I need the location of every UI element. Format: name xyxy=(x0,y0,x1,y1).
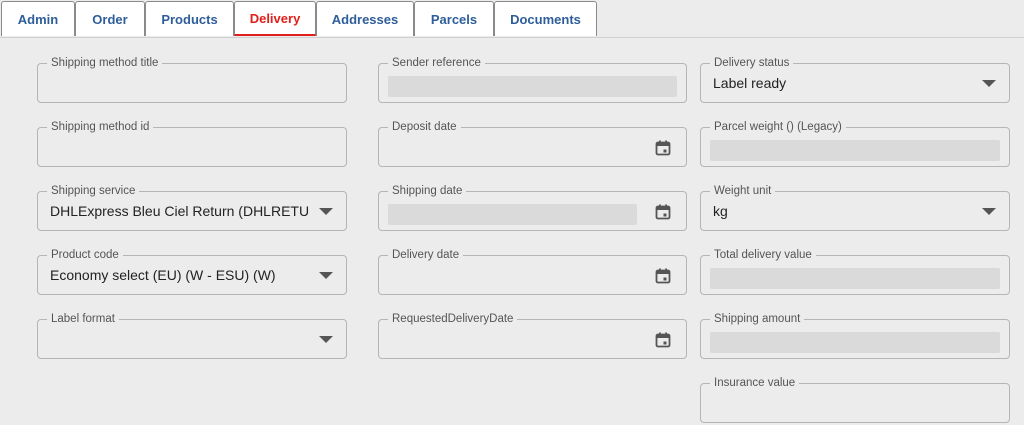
label-format-label: Label format xyxy=(47,312,119,326)
tab-order[interactable]: Order xyxy=(75,1,145,36)
tab-bar: Admin Order Products Delivery Addresses … xyxy=(0,0,1024,38)
total-delivery-value-field: Total delivery value xyxy=(700,248,1010,295)
shipping-service-value: DHLExpress Bleu Ciel Return (DHLRETURN xyxy=(50,203,310,219)
parcel-weight-readonly-value xyxy=(710,140,1000,161)
tab-label: Parcels xyxy=(430,11,478,27)
tab-label: Admin xyxy=(17,11,59,27)
chevron-down-icon[interactable] xyxy=(319,272,333,279)
tab-label: Products xyxy=(161,11,218,27)
shipping-date-label: Shipping date xyxy=(388,184,467,198)
shipping-amount-field: Shipping amount xyxy=(700,312,1010,359)
shipping-amount-readonly-value xyxy=(710,332,1000,353)
label-format-select[interactable]: Label format xyxy=(37,312,347,359)
tab-addresses[interactable]: Addresses xyxy=(316,1,414,36)
chevron-down-icon[interactable] xyxy=(319,208,333,215)
shipping-date-field[interactable]: Shipping date xyxy=(378,184,687,231)
delivery-form: Shipping method title Shipping method id… xyxy=(0,38,1024,425)
tab-label: Documents xyxy=(510,11,581,27)
tab-label: Addresses xyxy=(331,11,399,27)
sender-reference-label: Sender reference xyxy=(388,56,485,70)
tab-products[interactable]: Products xyxy=(145,1,234,36)
shipping-service-label: Shipping service xyxy=(47,184,140,198)
calendar-icon[interactable] xyxy=(655,204,671,220)
shipping-amount-label: Shipping amount xyxy=(710,312,805,326)
chevron-down-icon[interactable] xyxy=(982,208,996,215)
delivery-date-label: Delivery date xyxy=(388,248,464,262)
shipping-date-readonly-value xyxy=(388,204,637,225)
tab-delivery[interactable]: Delivery xyxy=(234,1,316,36)
shipping-service-select[interactable]: Shipping service DHLExpress Bleu Ciel Re… xyxy=(37,184,347,231)
tab-parcels[interactable]: Parcels xyxy=(414,1,494,36)
insurance-value-label: Insurance value xyxy=(710,376,800,390)
delivery-status-select[interactable]: Delivery status Label ready xyxy=(700,56,1010,103)
calendar-icon[interactable] xyxy=(655,332,671,348)
shipping-method-title-field[interactable]: Shipping method title xyxy=(37,56,347,103)
deposit-date-field[interactable]: Deposit date xyxy=(378,120,687,167)
delivery-status-value: Label ready xyxy=(713,75,787,91)
insurance-value-field[interactable]: Insurance value xyxy=(700,376,1010,423)
chevron-down-icon[interactable] xyxy=(982,80,996,87)
sender-reference-readonly-value xyxy=(388,76,677,97)
product-code-select[interactable]: Product code Economy select (EU) (W - ES… xyxy=(37,248,347,295)
shipping-method-id-label: Shipping method id xyxy=(47,120,154,134)
chevron-down-icon[interactable] xyxy=(319,336,333,343)
product-code-label: Product code xyxy=(47,248,123,262)
weight-unit-label: Weight unit xyxy=(710,184,776,198)
weight-unit-value: kg xyxy=(713,203,728,219)
weight-unit-select[interactable]: Weight unit kg xyxy=(700,184,1010,231)
tab-admin[interactable]: Admin xyxy=(1,1,75,36)
total-delivery-value-label: Total delivery value xyxy=(710,248,816,262)
requested-delivery-date-field[interactable]: RequestedDeliveryDate xyxy=(378,312,687,359)
calendar-icon[interactable] xyxy=(655,268,671,284)
tab-documents[interactable]: Documents xyxy=(494,1,597,36)
deposit-date-label: Deposit date xyxy=(388,120,461,134)
tab-label: Delivery xyxy=(249,10,301,26)
parcel-weight-label: Parcel weight () (Legacy) xyxy=(710,120,846,134)
delivery-date-field[interactable]: Delivery date xyxy=(378,248,687,295)
shipping-method-title-label: Shipping method title xyxy=(47,56,163,70)
total-delivery-value-readonly-value xyxy=(710,268,1000,289)
delivery-status-label: Delivery status xyxy=(710,56,794,70)
tab-label: Order xyxy=(92,11,128,27)
shipping-method-id-field[interactable]: Shipping method id xyxy=(37,120,347,167)
sender-reference-field: Sender reference xyxy=(378,56,687,103)
requested-delivery-date-label: RequestedDeliveryDate xyxy=(388,312,518,326)
calendar-icon[interactable] xyxy=(655,140,671,156)
parcel-weight-field: Parcel weight () (Legacy) xyxy=(700,120,1010,167)
product-code-value: Economy select (EU) (W - ESU) (W) xyxy=(50,267,276,283)
